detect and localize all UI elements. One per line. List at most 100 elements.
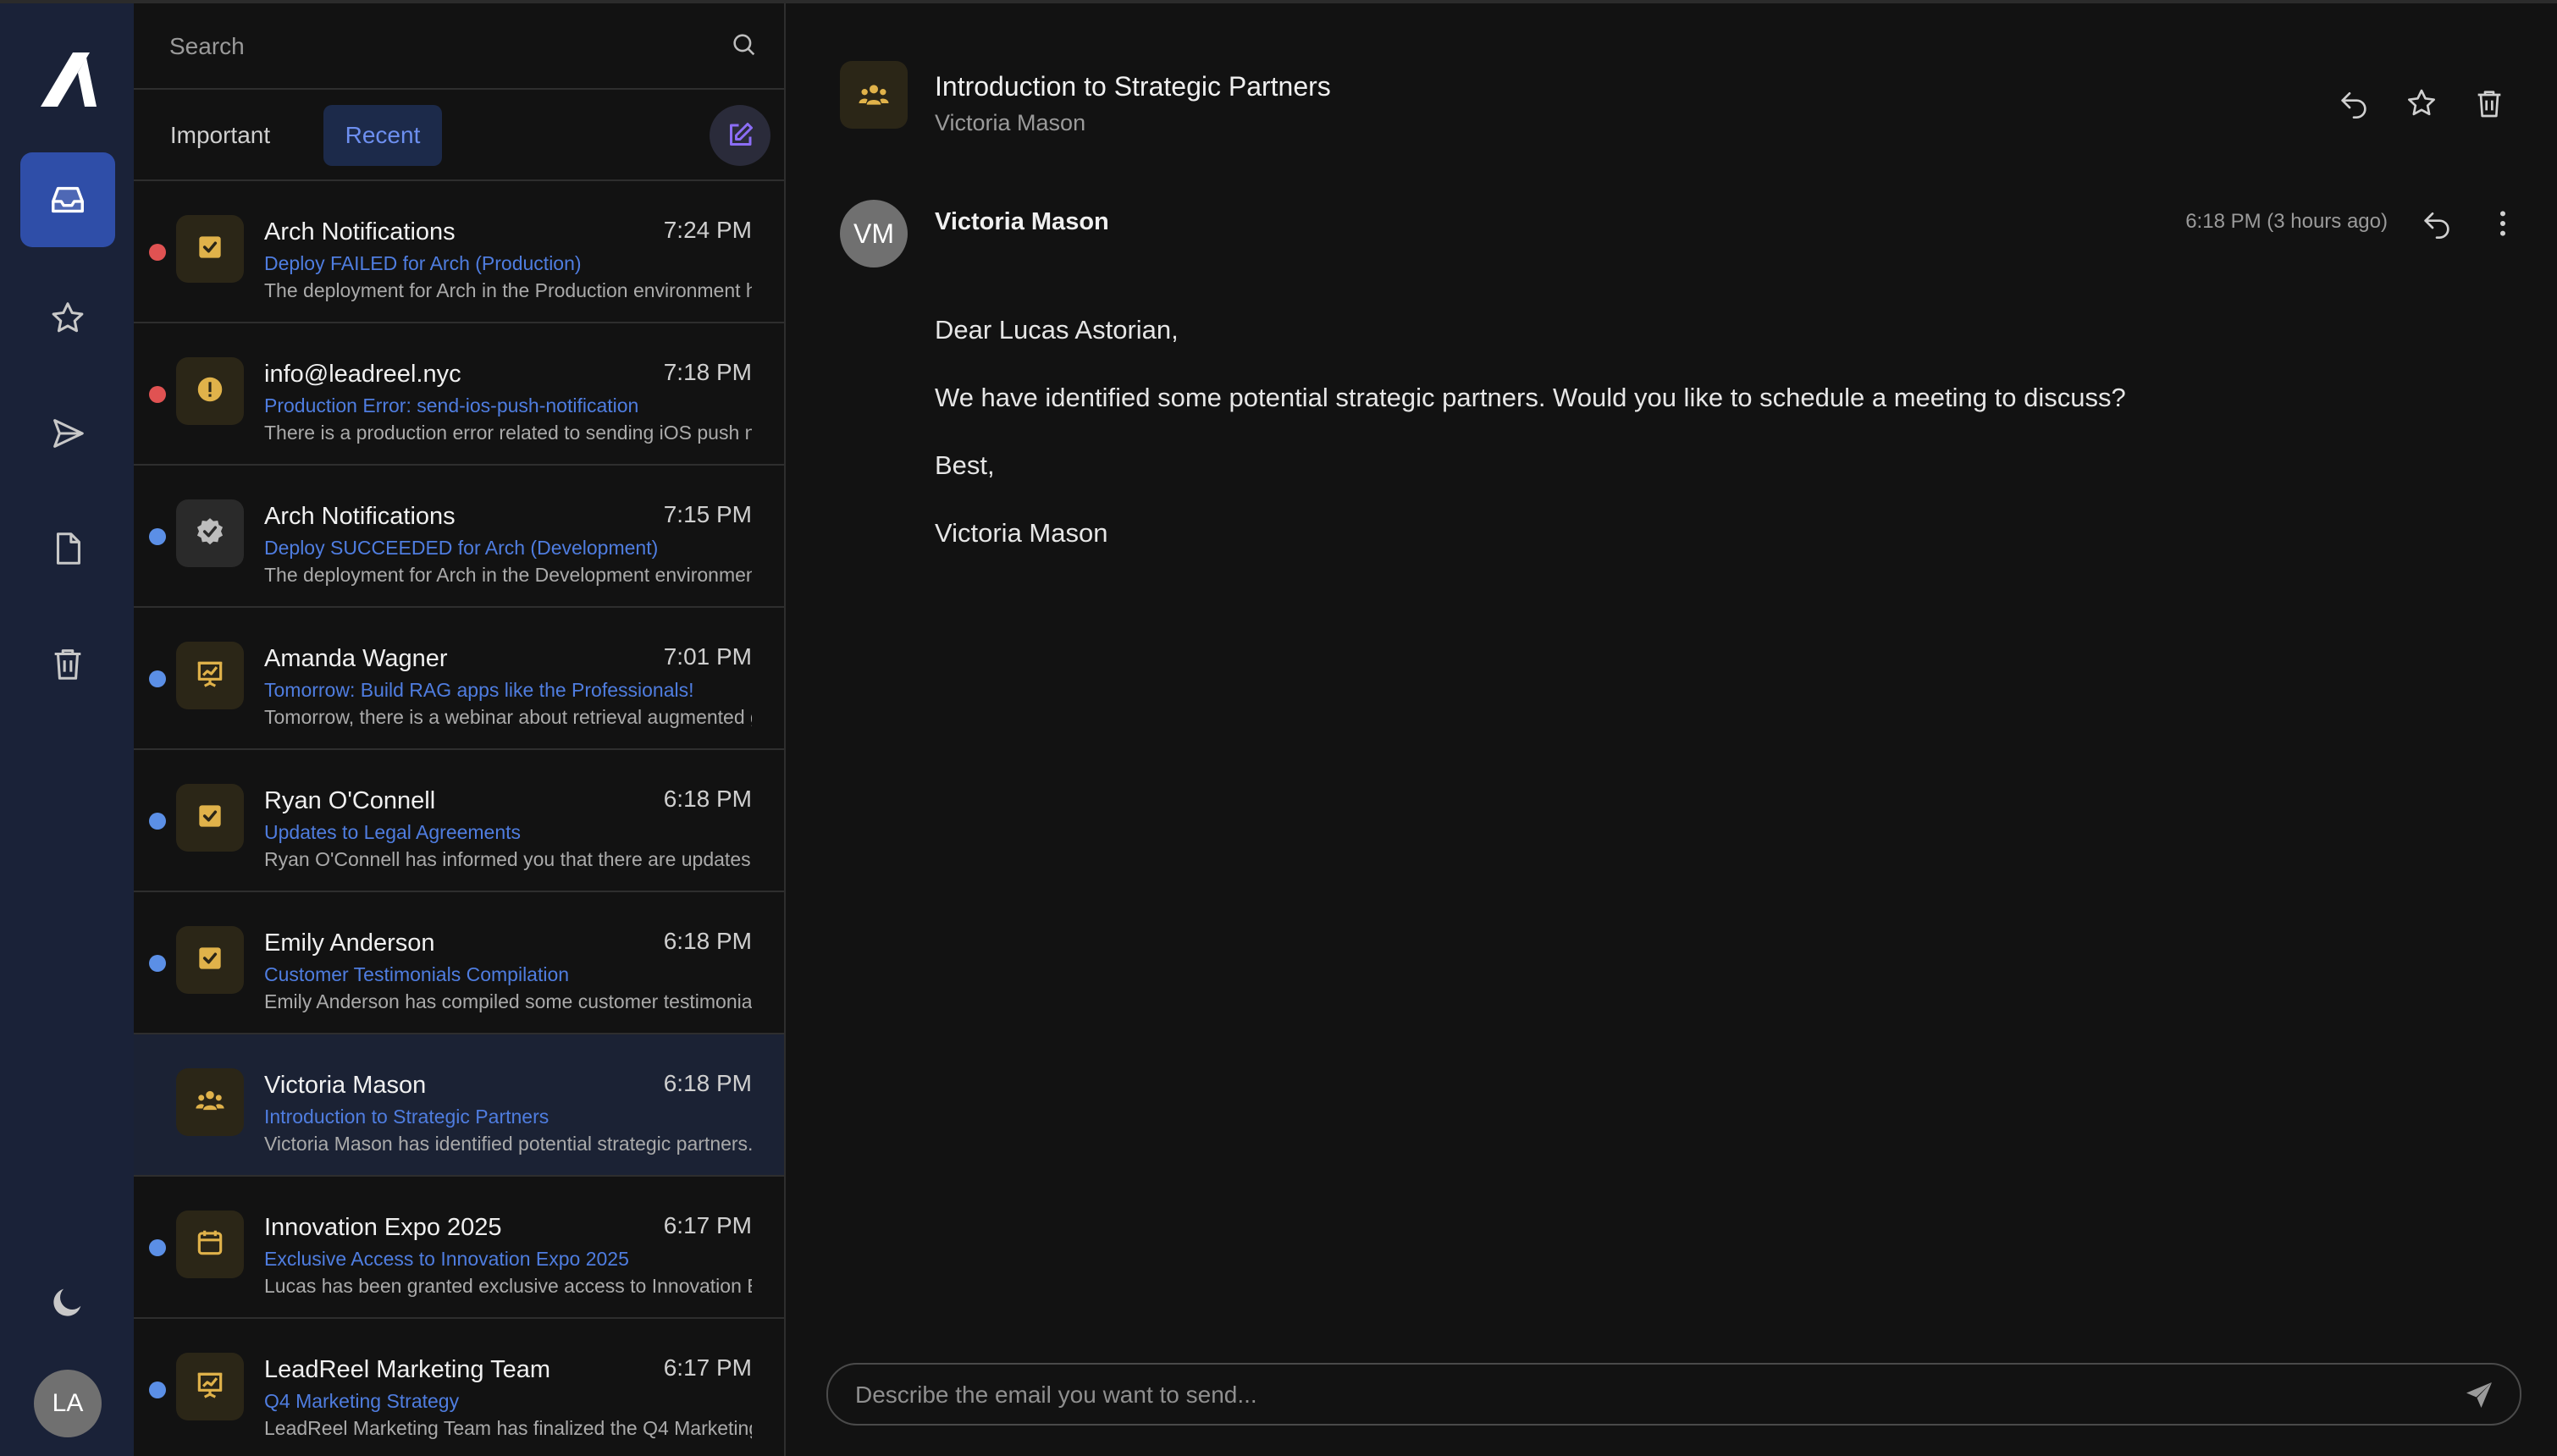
email-time: 7:01 PM [663, 643, 752, 670]
trash-icon [2477, 91, 2501, 118]
inbox-icon [52, 186, 84, 213]
email-row[interactable]: Victoria Mason 6:18 PM Introduction to Str… [134, 1034, 784, 1177]
email-category-icon [176, 1211, 244, 1278]
reply-button[interactable] [2333, 83, 2374, 124]
message-signature: Victoria Mason [935, 518, 1108, 548]
email-list-panel: Important Recent Arch Notifications 7:24 … [134, 3, 786, 1456]
email-category-icon [176, 784, 244, 852]
email-row[interactable]: Amanda Wagner 7:01 PM Tomorrow: Build RAG … [134, 608, 784, 750]
email-sender: Innovation Expo 2025 [264, 1214, 502, 1241]
send-icon[interactable] [2462, 1378, 2496, 1412]
email-subject: Customer Testimonials Compilation [264, 963, 570, 985]
nav-inbox[interactable] [20, 152, 115, 247]
email-preview: The deployment for Arch in the Developme… [264, 564, 752, 586]
email-subject: Deploy FAILED for Arch (Production) [264, 252, 582, 274]
nav-trash[interactable] [20, 616, 115, 711]
nav-drafts[interactable] [20, 501, 115, 596]
reply-icon [2341, 92, 2366, 119]
email-category-icon [176, 499, 244, 567]
email-sender: info@leadreel.nyc [264, 361, 461, 388]
email-row[interactable]: info@leadreel.nyc 7:18 PM Production Error… [134, 323, 784, 466]
nav-sent[interactable] [20, 386, 115, 481]
email-row[interactable]: Arch Notifications 7:15 PM Deploy SUCCEEDE… [134, 466, 784, 608]
email-category-icon [176, 215, 244, 283]
email-subject: Q4 Marketing Strategy [264, 1390, 460, 1412]
nav-starred[interactable] [20, 271, 115, 366]
email-time: 6:18 PM [663, 928, 752, 954]
alert-icon [194, 373, 226, 410]
message-sender: Victoria Mason [935, 208, 1109, 235]
message-timestamp: 6:18 PM (3 hours ago) [2185, 210, 2388, 233]
email-sender: Arch Notifications [264, 503, 456, 530]
unread-dot [149, 1382, 166, 1398]
unread-dot [149, 670, 166, 687]
search-input[interactable] [168, 29, 679, 64]
unread-dot [149, 813, 166, 830]
search-icon[interactable] [730, 30, 759, 59]
email-row[interactable]: Ryan O'Connell 6:18 PM Updates to Legal Ag… [134, 750, 784, 892]
email-category-icon [176, 642, 244, 709]
group-icon [859, 85, 889, 105]
email-category-icon [176, 926, 244, 994]
send-icon [53, 419, 84, 448]
compose-button[interactable] [710, 105, 770, 166]
email-category-icon [176, 1068, 244, 1136]
message-more-button[interactable] [2482, 203, 2523, 244]
email-time: 6:18 PM [663, 786, 752, 812]
user-avatar[interactable]: LA [34, 1370, 102, 1437]
email-rows: Arch Notifications 7:24 PM Deploy FAILED f… [134, 181, 784, 1456]
tab-recent[interactable]: Recent [323, 105, 442, 166]
message-signoff: Best, [935, 450, 995, 480]
email-time: 6:18 PM [663, 1070, 752, 1096]
email-preview: Ryan O'Connell has informed you that the… [264, 848, 752, 870]
email-sender: Ryan O'Connell [264, 787, 436, 814]
check-square-icon [194, 942, 226, 979]
message-paragraph: We have identified some potential strate… [935, 383, 2126, 412]
reply-icon [2424, 212, 2449, 239]
email-category-icon [176, 1353, 244, 1420]
email-time: 7:15 PM [663, 501, 752, 527]
message-reply-button[interactable] [2416, 203, 2457, 244]
email-row[interactable]: Emily Anderson 6:18 PM Customer Testimonia… [134, 892, 784, 1034]
tab-important[interactable]: Important [151, 105, 290, 166]
thread-participant: Victoria Mason [935, 110, 1086, 135]
email-sender: LeadReel Marketing Team [264, 1356, 550, 1383]
more-vertical-icon [2500, 211, 2505, 236]
email-preview: There is a production error related to s… [264, 422, 752, 444]
email-preview: Victoria Mason has identified potential … [264, 1133, 752, 1155]
check-square-icon [194, 800, 226, 836]
compose-icon [730, 123, 753, 146]
email-preview: Tomorrow, there is a webinar about retri… [264, 706, 752, 728]
unread-dot [149, 528, 166, 545]
message-greeting: Dear Lucas Astorian, [935, 315, 1179, 345]
email-category-icon [176, 357, 244, 425]
app-sidebar: LA [0, 3, 134, 1456]
thread-category-icon [840, 61, 908, 129]
email-sender: Victoria Mason [264, 1072, 427, 1099]
check-square-icon [194, 231, 226, 267]
star-button[interactable] [2401, 83, 2442, 124]
calendar-icon [194, 1227, 226, 1263]
theme-toggle[interactable] [20, 1255, 115, 1349]
sender-avatar: VM [840, 200, 908, 267]
verified-badge-icon [194, 516, 226, 552]
email-subject: Deploy SUCCEEDED for Arch (Development) [264, 537, 659, 559]
email-row[interactable]: LeadReel Marketing Team 6:17 PM Q4 Marketi… [134, 1319, 784, 1456]
email-subject: Exclusive Access to Innovation Expo 2025 [264, 1248, 629, 1270]
email-time: 6:17 PM [663, 1354, 752, 1381]
email-time: 7:24 PM [663, 217, 752, 243]
arch-logo[interactable] [36, 47, 100, 112]
ai-composer [826, 1363, 2521, 1426]
mail-tabs: Important Recent [134, 90, 784, 181]
email-preview: The deployment for Arch in the Productio… [264, 279, 752, 301]
composer-input[interactable] [853, 1376, 2449, 1414]
delete-button[interactable] [2469, 83, 2510, 124]
email-subject: Introduction to Strategic Partners [264, 1106, 550, 1128]
email-row[interactable]: Arch Notifications 7:24 PM Deploy FAILED f… [134, 181, 784, 323]
presentation-icon [194, 658, 226, 694]
unread-dot [149, 1239, 166, 1256]
email-preview: Emily Anderson has compiled some custome… [264, 990, 752, 1012]
star-icon [2408, 89, 2435, 116]
email-row[interactable]: Innovation Expo 2025 6:17 PM Exclusive Acc… [134, 1177, 784, 1319]
email-subject: Production Error: send-ios-push-notifica… [264, 394, 639, 416]
